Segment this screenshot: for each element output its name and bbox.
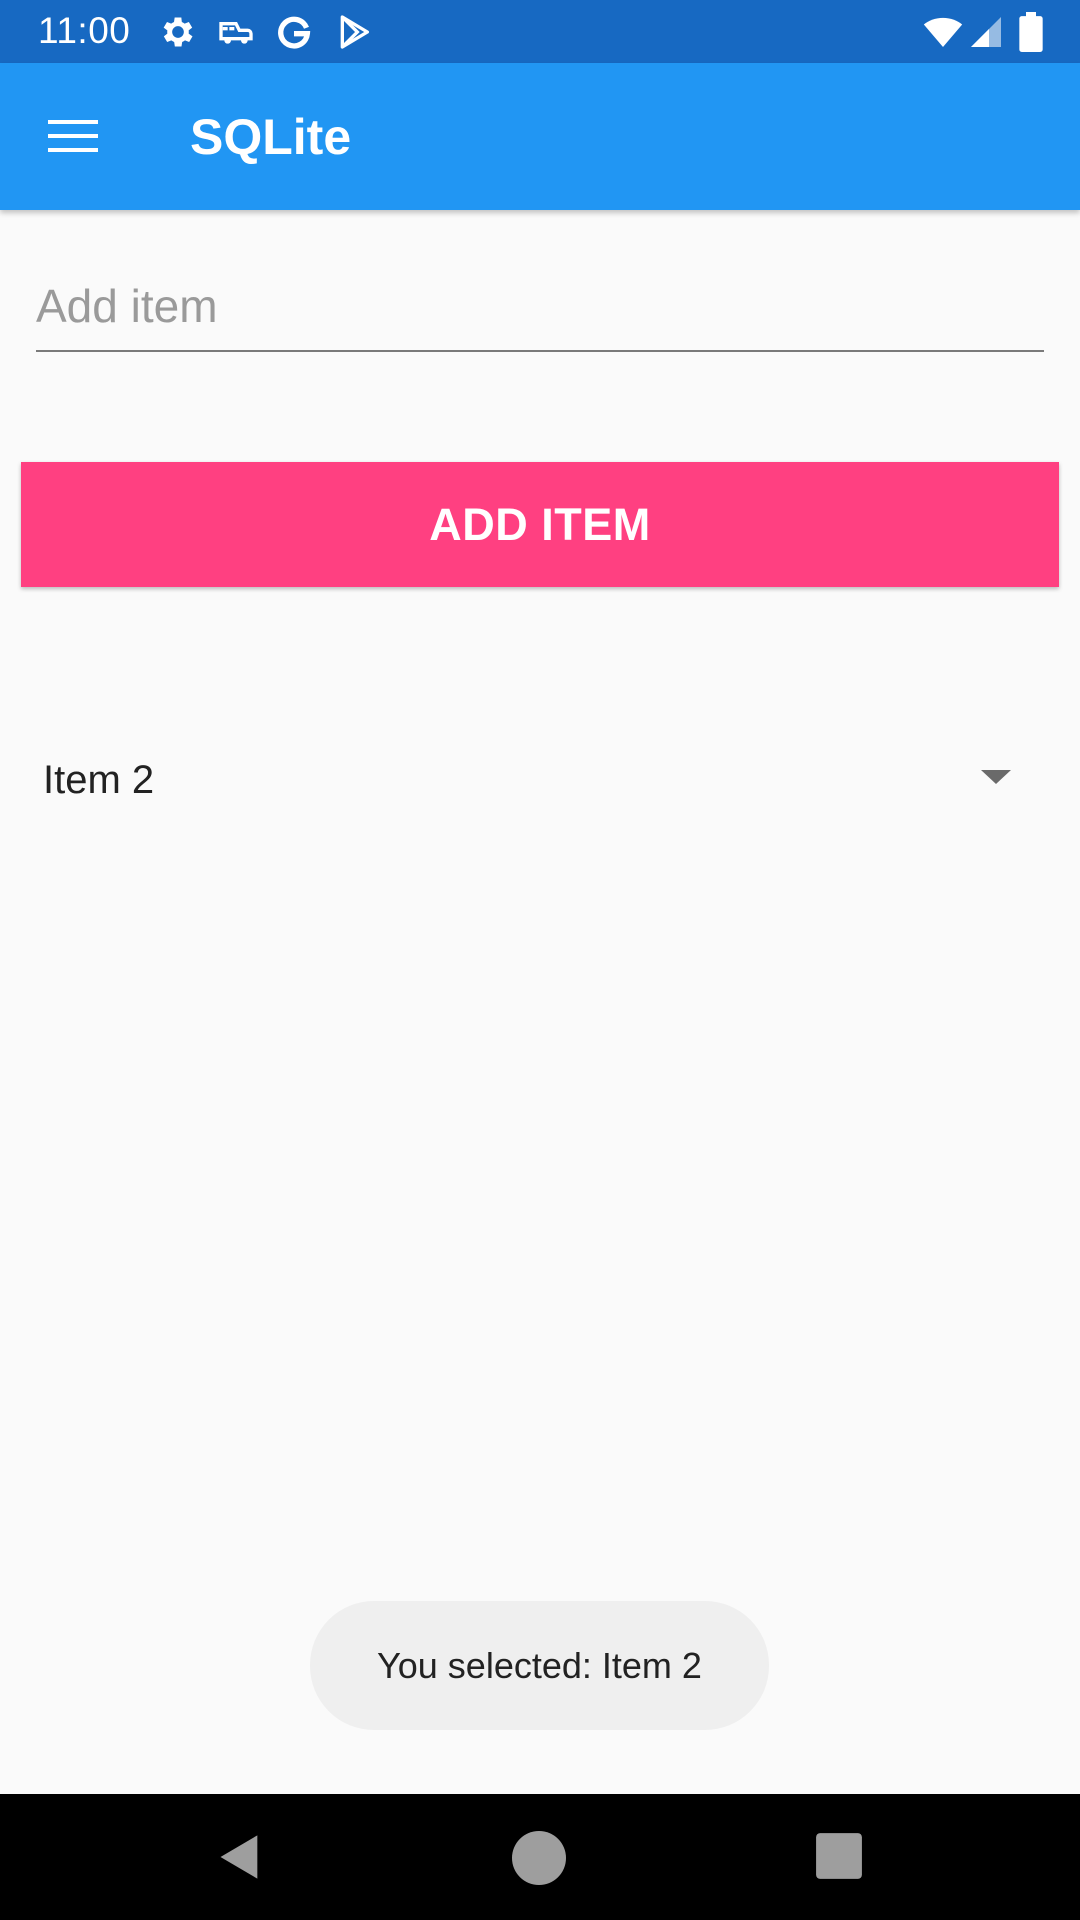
menu-button[interactable]	[28, 91, 118, 181]
google-g-icon	[274, 12, 314, 52]
play-store-icon	[334, 12, 374, 52]
recents-icon[interactable]	[814, 1831, 864, 1881]
picker-selected-value: Item 2	[43, 758, 155, 802]
car-icon	[216, 12, 256, 52]
home-icon[interactable]	[512, 1831, 566, 1885]
back-icon[interactable]	[214, 1831, 266, 1883]
toast-text: You selected: Item 2	[377, 1644, 702, 1686]
screen: 11:00 SQLite Add item ADD ITEM Item 2 Yo…	[0, 0, 1080, 1920]
toast-message: You selected: Item 2	[310, 1601, 769, 1730]
hamburger-menu-icon	[48, 118, 98, 154]
wifi-icon	[920, 12, 966, 52]
item-picker[interactable]: Item 2	[21, 720, 1041, 840]
app-bar: SQLite	[0, 63, 1080, 210]
battery-icon	[1018, 12, 1044, 52]
app-title: SQLite	[190, 109, 352, 165]
dropdown-arrow-icon	[981, 770, 1011, 784]
gear-icon	[158, 12, 198, 52]
status-bar: 11:00	[0, 0, 1080, 63]
add-item-button[interactable]: ADD ITEM	[21, 462, 1059, 587]
status-time: 11:00	[38, 10, 131, 51]
add-item-input[interactable]	[36, 270, 1044, 352]
navigation-bar	[0, 1794, 1080, 1920]
signal-icon	[968, 12, 1004, 52]
